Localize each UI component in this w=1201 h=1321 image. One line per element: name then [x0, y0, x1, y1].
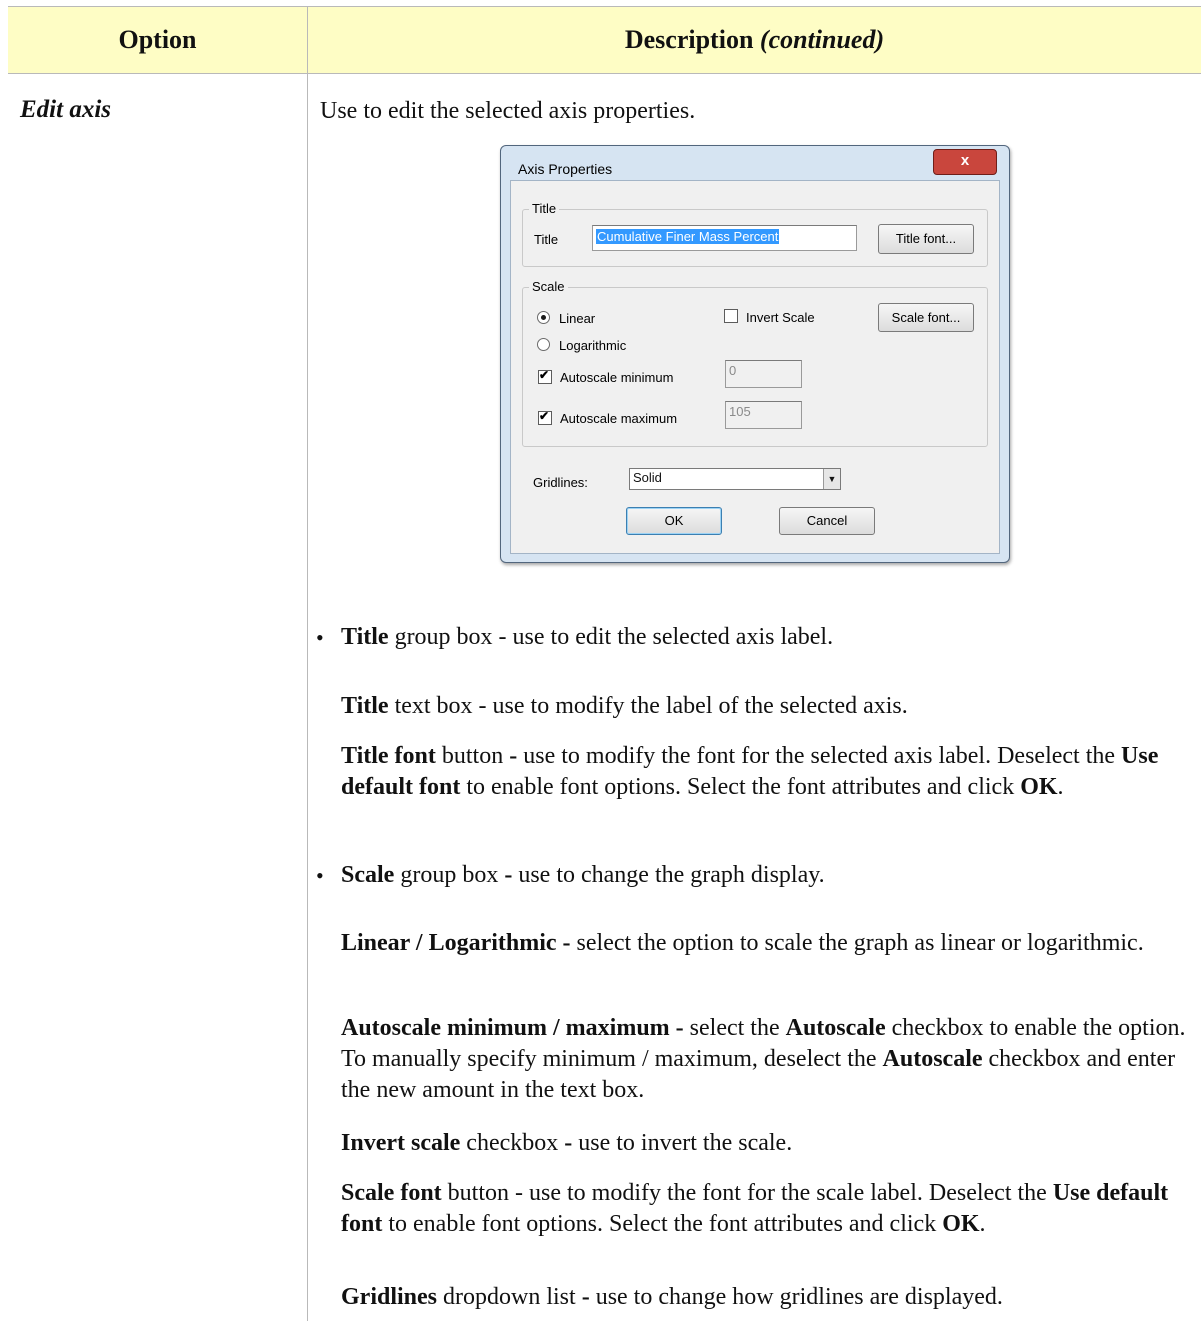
logarithmic-radio[interactable] [537, 338, 550, 351]
axis-properties-dialog: Axis Properties x Title Title Cumulative… [500, 145, 1010, 563]
bullet-icon: • [316, 625, 324, 650]
title-group-label: Title [529, 201, 560, 216]
title-group-paragraph: Title group box - use to edit the select… [341, 622, 1191, 653]
gridlines-label: Gridlines: [533, 475, 588, 490]
autoscale-minimum-input[interactable]: 0 [725, 360, 802, 388]
dialog-title: Axis Properties [518, 161, 613, 177]
p9-bold: Gridlines [341, 1284, 438, 1310]
p5-text: select the option to scale the graph as … [570, 930, 1144, 956]
p3-text-2: use to modify the font for the selected … [517, 743, 1122, 769]
invert-scale-label: Invert Scale [746, 310, 815, 325]
p2-text: text box - use to modify the label of th… [388, 693, 908, 719]
p2-bold: Title [341, 693, 389, 719]
autoscale-paragraph: Autoscale minimum / maximum - select the… [341, 1013, 1191, 1106]
p3-bold-4: OK [1020, 774, 1058, 800]
linear-radio[interactable] [537, 311, 550, 324]
p8-text-2: to enable font options. Select the font … [382, 1211, 943, 1237]
title-group: Title Title Cumulative Finer Mass Percen… [522, 201, 988, 267]
title-input[interactable]: Cumulative Finer Mass Percent [592, 225, 857, 251]
close-icon[interactable]: x [933, 149, 997, 175]
autoscale-minimum-checkbox[interactable] [538, 368, 552, 384]
p7-text-2: use to invert the scale. [572, 1130, 793, 1156]
p1-bold: Title [341, 624, 389, 650]
p9-bold-2: - [581, 1284, 590, 1310]
cancel-button[interactable]: Cancel [779, 507, 875, 535]
p6-text-1: select the [683, 1015, 786, 1041]
gridlines-value: Solid [633, 470, 662, 485]
table-header: Option Description (continued) [8, 6, 1201, 74]
p3-text-1: button [435, 743, 510, 769]
p5-bold: Linear / Logarithmic - [341, 930, 571, 956]
p8-bold-1: Scale font [341, 1180, 442, 1206]
invert-scale-checkbox[interactable] [724, 309, 738, 323]
intro-text: Use to edit the selected axis properties… [320, 98, 696, 124]
gridlines-dropdown[interactable]: Solid ▼ [629, 468, 841, 490]
p1-text: group box - use to edit the selected axi… [388, 624, 834, 650]
p4-text-2: use to change the graph display. [512, 862, 825, 888]
invert-scale-paragraph: Invert scale checkbox - use to invert th… [341, 1128, 1191, 1159]
scale-font-paragraph: Scale font button - use to modify the fo… [341, 1178, 1191, 1240]
scale-group-paragraph: Scale group box - use to change the grap… [341, 860, 1191, 891]
scale-group: Scale Linear Logarithmic Invert Scale Sc… [522, 279, 988, 447]
p6-bold-3: Autoscale [882, 1046, 983, 1072]
autoscale-maximum-checkbox[interactable] [538, 409, 552, 425]
title-label: Title [534, 232, 559, 247]
p3-text-3: to enable font options. Select the font … [460, 774, 1021, 800]
scale-group-label: Scale [529, 279, 568, 294]
column-divider [307, 6, 308, 1321]
p6-bold-1: Autoscale minimum / maximum - [341, 1015, 684, 1041]
p8-bold-3: OK [942, 1211, 980, 1237]
ok-button[interactable]: OK [626, 507, 722, 535]
p6-bold-2: Autoscale [785, 1015, 886, 1041]
title-font-paragraph: Title font button - use to modify the fo… [341, 741, 1191, 803]
p8-text-1: button - use to modify the font for the … [441, 1180, 1053, 1206]
autoscale-maximum-input[interactable]: 105 [725, 401, 802, 429]
option-name: Edit axis [20, 96, 111, 123]
header-continued: (continued) [759, 25, 885, 54]
p3-text-4: . [1057, 774, 1064, 800]
p4-text-1: group box [394, 862, 505, 888]
linear-label: Linear [559, 311, 596, 326]
gridlines-paragraph: Gridlines dropdown list - use to change … [341, 1282, 1191, 1313]
p9-text-2: use to change how gridlines are displaye… [589, 1284, 1003, 1310]
autoscale-minimum-label: Autoscale minimum [560, 370, 674, 385]
bullet-icon: • [316, 863, 324, 888]
p3-bold-1: Title font [341, 743, 436, 769]
header-option: Option [118, 25, 197, 54]
p7-text-1: checkbox [460, 1130, 565, 1156]
logarithmic-label: Logarithmic [559, 338, 627, 353]
title-font-button[interactable]: Title font... [878, 224, 974, 254]
autoscale-maximum-label: Autoscale maximum [560, 411, 678, 426]
p9-text-1: dropdown list [437, 1284, 582, 1310]
p4-bold: Scale [341, 862, 395, 888]
scale-font-button[interactable]: Scale font... [878, 303, 974, 332]
linear-log-paragraph: Linear / Logarithmic - select the option… [341, 928, 1191, 959]
dialog-body: Title Title Cumulative Finer Mass Percen… [510, 180, 1000, 554]
p7-bold: Invert scale [341, 1130, 461, 1156]
p8-text-3: . [979, 1211, 986, 1237]
title-value: Cumulative Finer Mass Percent [596, 229, 780, 244]
header-description-label: Description [624, 25, 754, 54]
chevron-down-icon[interactable]: ▼ [823, 469, 840, 489]
header-description: Description (continued) [308, 7, 1201, 73]
title-textbox-paragraph: Title text box - use to modify the label… [341, 691, 1191, 722]
